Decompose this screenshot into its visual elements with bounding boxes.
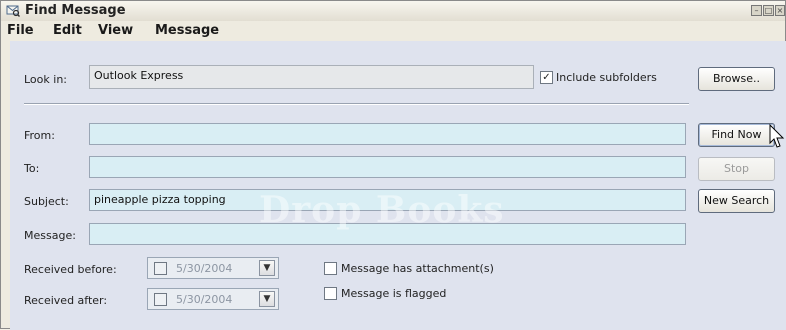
received-after-picker[interactable]: 5/30/2004 ▼ xyxy=(147,288,279,310)
from-label: From: xyxy=(24,129,55,142)
subject-field[interactable]: pineapple pizza topping xyxy=(89,189,686,211)
search-panel: Look in: Outlook Express ✓ Include subfo… xyxy=(10,41,786,330)
new-search-button[interactable]: New Search xyxy=(698,189,775,213)
browse-button[interactable]: Browse.. xyxy=(698,67,775,91)
from-field[interactable] xyxy=(89,123,686,145)
close-icon[interactable]: × xyxy=(775,5,785,16)
chevron-down-icon[interactable]: ▼ xyxy=(259,260,275,276)
find-message-icon xyxy=(6,5,20,17)
received-before-picker[interactable]: 5/30/2004 ▼ xyxy=(147,257,279,279)
menu-view[interactable]: View xyxy=(98,23,133,38)
chevron-down-icon[interactable]: ▼ xyxy=(259,291,275,307)
menu-edit[interactable]: Edit xyxy=(53,23,82,38)
find-message-window: Find Message – □ × File Edit View Messag… xyxy=(0,0,786,330)
window-title: Find Message xyxy=(25,3,126,18)
find-now-button[interactable]: Find Now xyxy=(698,123,775,147)
divider xyxy=(24,103,689,105)
menu-file[interactable]: File xyxy=(7,23,34,38)
attachment-checkbox[interactable] xyxy=(324,262,337,275)
message-label: Message: xyxy=(24,229,76,242)
received-before-date: 5/30/2004 xyxy=(176,262,233,275)
minimize-icon[interactable]: – xyxy=(751,5,762,16)
include-subfolders-label: Include subfolders xyxy=(556,71,657,84)
to-field[interactable] xyxy=(89,156,686,178)
include-subfolders-checkbox[interactable]: ✓ xyxy=(540,71,553,84)
received-after-date: 5/30/2004 xyxy=(176,293,233,306)
mouse-pointer-icon xyxy=(769,124,785,148)
menu-bar: File Edit View Message xyxy=(1,22,785,40)
stop-button[interactable]: Stop xyxy=(698,157,775,181)
look-in-label: Look in: xyxy=(24,73,67,86)
attachment-label: Message has attachment(s) xyxy=(341,262,494,275)
received-before-checkbox[interactable] xyxy=(154,262,167,275)
flagged-checkbox[interactable] xyxy=(324,287,337,300)
received-before-label: Received before: xyxy=(24,263,117,276)
look-in-field: Outlook Express xyxy=(89,65,534,89)
subject-label: Subject: xyxy=(24,195,69,208)
to-label: To: xyxy=(24,162,40,175)
received-after-checkbox[interactable] xyxy=(154,293,167,306)
menu-message[interactable]: Message xyxy=(155,23,219,38)
received-after-label: Received after: xyxy=(24,294,108,307)
title-bar: Find Message – □ × xyxy=(1,1,785,21)
message-field[interactable] xyxy=(89,223,686,245)
flagged-label: Message is flagged xyxy=(341,287,447,300)
maximize-icon[interactable]: □ xyxy=(763,5,774,16)
